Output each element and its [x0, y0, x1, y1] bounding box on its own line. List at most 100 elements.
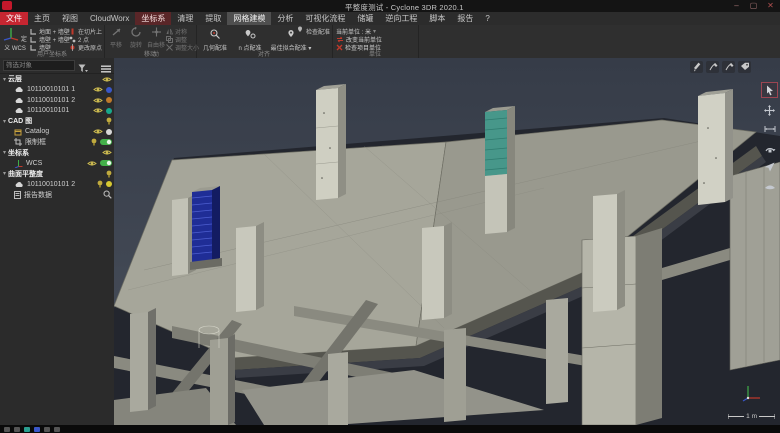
- status-icon[interactable]: [24, 427, 30, 432]
- status-icon[interactable]: [14, 427, 20, 432]
- ribbon-tab-提取[interactable]: 提取: [199, 12, 227, 25]
- close-button[interactable]: ✕: [763, 0, 778, 11]
- pen-annotate-button[interactable]: [706, 61, 719, 73]
- status-icon[interactable]: [44, 427, 50, 432]
- ribbon-tab-坐标系[interactable]: 坐标系: [135, 12, 171, 25]
- tree-item-row[interactable]: 10110010101 1: [0, 85, 114, 96]
- label-tag-icon: [740, 62, 750, 72]
- color-dot[interactable]: [106, 87, 112, 93]
- pen-annotate-2-button[interactable]: [722, 61, 735, 73]
- expand-caret-icon[interactable]: ▾: [3, 76, 6, 83]
- ribbon-tab-主页[interactable]: 主页: [28, 12, 56, 25]
- crop-icon: [14, 138, 22, 146]
- expand-caret-icon[interactable]: ▾: [3, 170, 6, 177]
- toggle-switch[interactable]: [100, 139, 112, 145]
- app-icon[interactable]: [2, 1, 12, 10]
- minimize-button[interactable]: –: [729, 0, 744, 11]
- ribbon-tab-文件[interactable]: 文件: [0, 12, 28, 25]
- tree-item-row[interactable]: 限制框: [0, 137, 114, 148]
- group-label-align: 对齐: [196, 49, 332, 58]
- color-dot[interactable]: [106, 108, 112, 114]
- ribbon-tab-CloudWorx[interactable]: CloudWorx: [84, 12, 135, 25]
- tree-item-row[interactable]: 报告数据: [0, 190, 114, 201]
- title-bar: 平整度测试 - Cyclone 3DR 2020.1 – ▢ ✕: [0, 0, 780, 12]
- status-icon[interactable]: [4, 427, 10, 432]
- filter-objects-input[interactable]: [3, 60, 75, 71]
- ribbon-tab-可视化流程[interactable]: 可视化流程: [299, 12, 351, 25]
- maximize-button[interactable]: ▢: [746, 0, 761, 11]
- walkthrough-tool[interactable]: [762, 179, 777, 193]
- visibility-eye-icon[interactable]: [93, 128, 103, 135]
- tree-item-row[interactable]: 10110010101 2: [0, 95, 114, 106]
- rotate-icon: [131, 27, 142, 37]
- tree-group-row[interactable]: ▾坐标系: [0, 148, 114, 159]
- visibility-eye-icon[interactable]: [102, 149, 112, 156]
- viewport-3d[interactable]: 1 m: [114, 58, 780, 425]
- movement-rotate-button[interactable]: 旋转: [126, 27, 146, 49]
- freemove-icon: [151, 27, 162, 37]
- bulb-icon[interactable]: [106, 117, 112, 125]
- ribbon-tab-清理[interactable]: 清理: [171, 12, 199, 25]
- tree-item-row[interactable]: 10110010101: [0, 106, 114, 117]
- building-point-cloud: [114, 58, 780, 425]
- pan-icon: [764, 105, 775, 116]
- status-icon[interactable]: [34, 427, 40, 432]
- bulb-icon[interactable]: [91, 138, 97, 146]
- expand-caret-icon[interactable]: ▾: [3, 149, 6, 156]
- pencil-button[interactable]: [690, 61, 703, 73]
- toggle-switch[interactable]: [100, 160, 112, 166]
- measure-distance-tool[interactable]: [762, 122, 777, 136]
- select-cursor-tool[interactable]: [761, 82, 778, 98]
- ribbon-tab-视图[interactable]: 视图: [56, 12, 84, 25]
- status-icon[interactable]: [54, 427, 60, 432]
- swap-unit-icon: [336, 36, 344, 43]
- ribbon-tab-储罐[interactable]: 储罐: [351, 12, 379, 25]
- visibility-eye-icon[interactable]: [93, 86, 103, 93]
- visibility-eye-icon[interactable]: [93, 107, 103, 114]
- ribbon-tab-报告[interactable]: 报告: [451, 12, 479, 25]
- select-cursor-icon: [765, 85, 775, 96]
- expand-caret-icon[interactable]: ▾: [3, 118, 6, 125]
- ribbon-group-align: 几何配准n 点配准最佳拟合配准 ▾ 检查配准 对齐: [196, 25, 333, 58]
- orbit-tool[interactable]: [762, 141, 777, 155]
- ribbon-tab-分析[interactable]: 分析: [271, 12, 299, 25]
- tree-node-label: 10110010101: [27, 107, 69, 114]
- ribbon-tab-脚本[interactable]: 脚本: [423, 12, 451, 25]
- tree-node-label: 云层: [8, 74, 22, 84]
- color-dot[interactable]: [106, 97, 112, 103]
- walkthrough-icon: [764, 182, 776, 190]
- visibility-eye-icon[interactable]: [87, 160, 97, 167]
- tree-group-row[interactable]: ▾云层: [0, 74, 114, 85]
- check-registration-button[interactable]: 检查配准: [296, 27, 330, 35]
- project-tree-panel: ▾云层10110010101 110110010101 210110010101…: [0, 58, 115, 425]
- tree-item-row[interactable]: 10110010101 2: [0, 179, 114, 190]
- label-tag-button[interactable]: [738, 61, 751, 73]
- orbit-icon: [764, 143, 776, 153]
- report-icon: [14, 191, 21, 199]
- visibility-eye-icon[interactable]: [102, 76, 112, 83]
- visibility-eye-icon[interactable]: [93, 97, 103, 104]
- fly-tool[interactable]: [762, 160, 777, 174]
- dup-icon: [166, 36, 173, 43]
- ribbon-tab-?[interactable]: ?: [479, 12, 495, 25]
- pen-annotate-2-icon: [724, 62, 734, 72]
- magnifier-icon[interactable]: [103, 190, 112, 199]
- ribbon: 定义 WCS 地面 + 墙壁墙壁 + 墙壁墙壁 在切片上2 点更改原点 用户坐标…: [0, 25, 780, 59]
- wcs-axis-icon: [3, 37, 19, 43]
- ribbon-tab-逆向工程[interactable]: 逆向工程: [379, 12, 423, 25]
- color-dot[interactable]: [106, 129, 112, 135]
- bulb-icon[interactable]: [97, 180, 103, 188]
- bulb-icon[interactable]: [106, 170, 112, 178]
- tree-item-row[interactable]: Catalog: [0, 127, 114, 138]
- tree-node-label: 报告数据: [24, 190, 52, 200]
- tree-group-row[interactable]: ▾CAD 图: [0, 116, 114, 127]
- pan-tool[interactable]: [762, 103, 777, 117]
- movement-translate-button[interactable]: 平移: [106, 27, 126, 49]
- tree-node-label: 曲面平整度: [8, 169, 43, 179]
- tree-group-row[interactable]: ▾曲面平整度: [0, 169, 114, 180]
- tree-item-row[interactable]: WCS: [0, 158, 114, 169]
- ribbon-tab-网格建模[interactable]: 网格建模: [227, 12, 271, 25]
- box-icon: [14, 128, 22, 136]
- object-tree: ▾云层10110010101 110110010101 210110010101…: [0, 74, 114, 425]
- color-dot[interactable]: [106, 181, 112, 187]
